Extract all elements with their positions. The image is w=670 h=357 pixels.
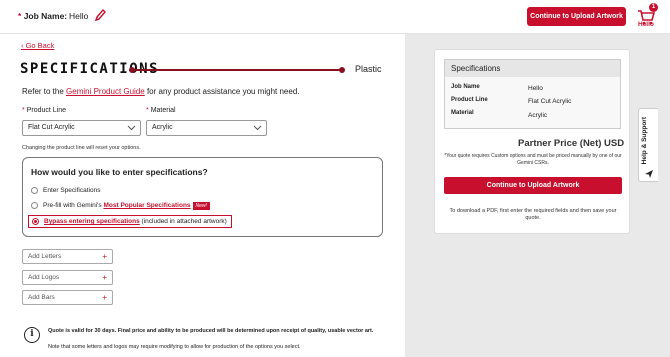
modification-note: Note that some letters and logos may req… bbox=[48, 344, 301, 350]
reset-note: Changing the product line will reset you… bbox=[22, 145, 141, 151]
top-bar: * Job Name: Hello Continue to Upload Art… bbox=[0, 0, 670, 34]
chevron-down-icon bbox=[253, 125, 262, 131]
title-divider bbox=[129, 67, 345, 73]
entry-method-box: How would you like to enter specificatio… bbox=[22, 157, 383, 237]
summary-key: Product Line bbox=[451, 97, 488, 103]
price-note: *Your quote requires Custom options and … bbox=[444, 153, 622, 166]
job-name-label: * Job Name: bbox=[18, 11, 68, 21]
quote-validity-note: Quote is valid for 30 days. Final price … bbox=[48, 328, 374, 334]
plus-icon: + bbox=[102, 293, 107, 302]
plus-icon: + bbox=[102, 273, 107, 282]
material-select[interactable]: Acrylic bbox=[146, 120, 267, 136]
pdf-note: To download a PDF, first enter the requi… bbox=[449, 208, 617, 222]
help-support-label: Help & Support bbox=[641, 117, 648, 165]
summary-value: Acrylic bbox=[528, 112, 548, 119]
add-bars-button[interactable]: Add Bars + bbox=[22, 290, 113, 305]
material-label: * Material bbox=[146, 107, 176, 114]
job-name-value: Hello bbox=[69, 11, 89, 21]
quote-sidebar: Specifications Job Name Hello Product Li… bbox=[434, 49, 630, 234]
summary-value: Hello bbox=[528, 85, 543, 92]
radio-button[interactable] bbox=[31, 202, 38, 209]
summary-key: Job Name bbox=[451, 84, 480, 90]
entry-method-title: How would you like to enter specificatio… bbox=[31, 167, 208, 177]
product-line-label: * Product Line bbox=[22, 107, 66, 114]
summary-key: Material bbox=[451, 110, 474, 116]
most-popular-link[interactable]: Most Popular Specifications bbox=[103, 202, 190, 209]
option-bypass[interactable]: Bypass entering specifications (included… bbox=[28, 215, 232, 228]
chevron-down-icon bbox=[127, 125, 136, 131]
plus-icon: + bbox=[102, 252, 107, 261]
sidebar-upload-button[interactable]: Continue to Upload Artwork bbox=[444, 177, 622, 194]
specifications-summary: Specifications Job Name Hello Product Li… bbox=[444, 59, 621, 129]
help-support-tab[interactable]: Help & Support bbox=[638, 108, 658, 182]
add-logos-button[interactable]: Add Logos + bbox=[22, 270, 113, 285]
option-prefill[interactable]: Pre-fill with Gemini's Most Popular Spec… bbox=[31, 202, 210, 210]
option-enter-specifications[interactable]: Enter Specifications bbox=[31, 187, 100, 194]
material-tag: Plastic bbox=[355, 64, 382, 74]
radio-button-selected[interactable] bbox=[32, 218, 39, 225]
go-back-link[interactable]: ‹ Go Back bbox=[21, 41, 54, 50]
new-badge: New! bbox=[192, 202, 210, 210]
summary-heading: Specifications bbox=[445, 60, 620, 77]
summary-value: Flat Cut Acrylic bbox=[528, 98, 572, 105]
continue-upload-button[interactable]: Continue to Upload Artwork bbox=[527, 7, 626, 26]
product-line-select[interactable]: Flat Cut Acrylic bbox=[22, 120, 141, 136]
cart-label[interactable]: Hello bbox=[638, 21, 654, 28]
send-icon bbox=[645, 170, 653, 178]
product-guide-link[interactable]: Gemini Product Guide bbox=[66, 87, 145, 96]
cart-count-badge: 1 bbox=[649, 3, 658, 12]
pencil-icon[interactable] bbox=[94, 8, 106, 22]
bypass-link[interactable]: Bypass entering specifications bbox=[44, 218, 140, 225]
specifications-panel: ‹ Go Back SPECIFICATIONS Plastic Refer t… bbox=[0, 34, 405, 357]
add-letters-button[interactable]: Add Letters + bbox=[22, 249, 113, 264]
price-label: Partner Price (Net) USD bbox=[518, 138, 625, 149]
refer-text: Refer to the Gemini Product Guide for an… bbox=[22, 87, 300, 96]
info-icon: i bbox=[24, 327, 40, 343]
radio-button[interactable] bbox=[31, 187, 38, 194]
